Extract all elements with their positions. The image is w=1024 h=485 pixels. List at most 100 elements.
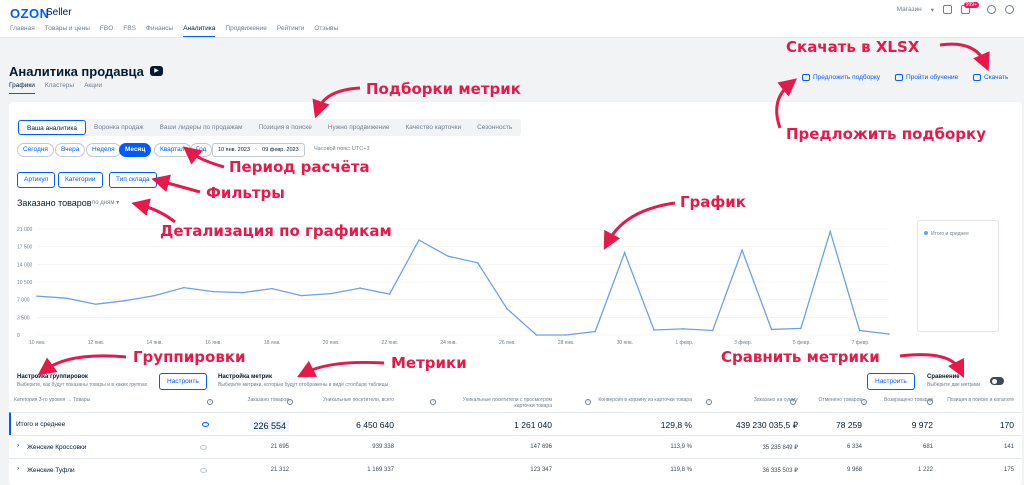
eye-icon[interactable]: [200, 445, 207, 450]
filter-button-2[interactable]: Тип склада: [109, 172, 157, 188]
period-button-2[interactable]: Неделя: [86, 143, 121, 157]
nav-item-6[interactable]: Продвижение: [225, 25, 266, 37]
table-header-6[interactable]: Возвращено товаров: [873, 394, 933, 412]
table-cell: 78 259: [836, 420, 862, 430]
suggest-link[interactable]: Предложить подборку: [802, 74, 880, 81]
data-point[interactable]: [653, 329, 655, 331]
subtab-2[interactable]: Акции: [84, 82, 102, 94]
nav-item-2[interactable]: FBO: [100, 25, 113, 37]
data-point[interactable]: [858, 329, 861, 332]
help-icon[interactable]: ?: [790, 399, 796, 405]
data-point[interactable]: [124, 299, 126, 302]
data-point[interactable]: [94, 303, 97, 306]
metric-set-tab-4[interactable]: Нужно продвижение: [320, 120, 398, 135]
data-point[interactable]: [388, 293, 391, 295]
compare-toggle[interactable]: [990, 377, 1004, 385]
nav-item-3[interactable]: FBS: [123, 25, 136, 37]
message-icon[interactable]: 999+: [961, 2, 979, 14]
data-point[interactable]: [623, 251, 626, 254]
period-button-0[interactable]: Сегодня: [17, 143, 54, 157]
help-icon[interactable]: ?: [861, 399, 867, 405]
annotation-compare: Сравнить метрики: [721, 348, 880, 366]
download-icon: [973, 74, 981, 81]
period-button-1[interactable]: Вчера: [55, 143, 86, 157]
metric-set-tab-1[interactable]: Воронка продаж: [86, 120, 152, 135]
table-header-5[interactable]: Отменено товаров: [802, 394, 862, 412]
data-point[interactable]: [329, 292, 332, 295]
metrics-configure-button[interactable]: Настроить: [867, 373, 915, 390]
nav-item-5[interactable]: Аналитика: [183, 25, 216, 37]
table-cell: 681: [922, 444, 933, 450]
period-button-5[interactable]: Год: [190, 143, 213, 157]
data-point[interactable]: [829, 230, 832, 233]
filter-button-1[interactable]: Категории: [58, 172, 103, 188]
eye-icon[interactable]: [200, 468, 207, 473]
metric-set-tab-3[interactable]: Позиция в поиске: [251, 120, 320, 135]
data-point[interactable]: [153, 294, 156, 297]
data-point[interactable]: [418, 239, 420, 241]
data-point[interactable]: [711, 329, 714, 332]
download-link[interactable]: Скачать: [973, 74, 1008, 81]
graduation-icon[interactable]: [943, 5, 952, 14]
nav-item-1[interactable]: Товары и цены: [45, 25, 90, 37]
table-header-3[interactable]: Конверсия в корзину из карточки товара: [597, 394, 692, 412]
data-point[interactable]: [506, 307, 508, 310]
data-point[interactable]: [565, 334, 567, 336]
shop-selector[interactable]: Магазин: [897, 6, 922, 13]
metric-set-tab-5[interactable]: Качество карточки: [398, 120, 470, 135]
period-button-4[interactable]: Квартал: [154, 143, 191, 157]
help-icon[interactable]: ?: [287, 399, 293, 405]
table-header-2[interactable]: Уникальные посетители с просмотром карто…: [442, 394, 552, 412]
nav-item-8[interactable]: Отзывы: [314, 25, 338, 37]
table-row-name: Женские Кроссовки: [27, 444, 87, 451]
metric-set-tab-0[interactable]: Ваша аналитика: [18, 120, 87, 135]
nav-item-7[interactable]: Рейтинги: [277, 25, 305, 37]
subtab-1[interactable]: Кластеры: [45, 82, 74, 94]
annotation-metric-sets: Подборки метрик: [366, 80, 521, 98]
data-point[interactable]: [770, 328, 773, 331]
data-point[interactable]: [476, 262, 479, 264]
nav-item-4[interactable]: Финансы: [146, 25, 173, 37]
subtab-0[interactable]: Графики: [9, 82, 35, 94]
data-point[interactable]: [447, 255, 450, 258]
video-icon[interactable]: ▶: [150, 66, 163, 76]
learn-link[interactable]: Пройти обучение: [895, 74, 958, 81]
ozon-logo[interactable]: OZON: [10, 6, 50, 21]
eye-icon[interactable]: [202, 422, 209, 427]
help-icon[interactable]: ?: [706, 399, 712, 405]
metric-set-tab-2[interactable]: Ваши лидеры по продажам: [152, 120, 251, 135]
table-header-0[interactable]: Заказано товаров: [219, 394, 289, 412]
nav-item-0[interactable]: Главная: [10, 25, 35, 37]
data-point[interactable]: [594, 330, 597, 333]
help-icon[interactable]: ?: [927, 399, 933, 405]
data-point[interactable]: [741, 249, 743, 251]
data-point[interactable]: [535, 334, 538, 336]
table-header-4[interactable]: Заказано на сумму: [718, 394, 798, 412]
data-point[interactable]: [241, 291, 244, 294]
data-point[interactable]: [183, 286, 185, 289]
data-point[interactable]: [682, 328, 685, 330]
data-point[interactable]: [359, 287, 361, 289]
data-point[interactable]: [65, 297, 68, 299]
data-point[interactable]: [300, 294, 303, 297]
period-button-3[interactable]: Месяц: [119, 143, 152, 157]
data-point[interactable]: [212, 290, 215, 293]
filter-button-0[interactable]: Артикул: [17, 172, 56, 188]
help-icon[interactable]: [987, 5, 996, 14]
help-icon[interactable]: ?: [430, 399, 436, 405]
data-point[interactable]: [888, 333, 890, 335]
table-header-1[interactable]: Уникальные посетители, всего: [299, 394, 394, 412]
data-point[interactable]: [800, 327, 802, 330]
data-point[interactable]: [36, 295, 38, 297]
granularity-dropdown[interactable]: по дням ▾: [92, 199, 119, 206]
data-point[interactable]: [271, 287, 273, 290]
help-icon[interactable]: ?: [585, 399, 591, 405]
chevron-right-icon[interactable]: ›: [17, 442, 19, 449]
help-icon[interactable]: ?: [207, 399, 213, 405]
table-header-7[interactable]: Позиция в поиске и каталоге: [939, 394, 1014, 412]
grouping-configure-button[interactable]: Настроить: [159, 373, 207, 390]
metric-set-tab-6[interactable]: Сезонность: [469, 120, 520, 135]
chevron-right-icon[interactable]: ›: [17, 465, 19, 472]
avatar[interactable]: [1005, 5, 1014, 14]
date-range-picker[interactable]: 10 янв. 2023 ~ 09 февр. 2023: [212, 143, 305, 157]
